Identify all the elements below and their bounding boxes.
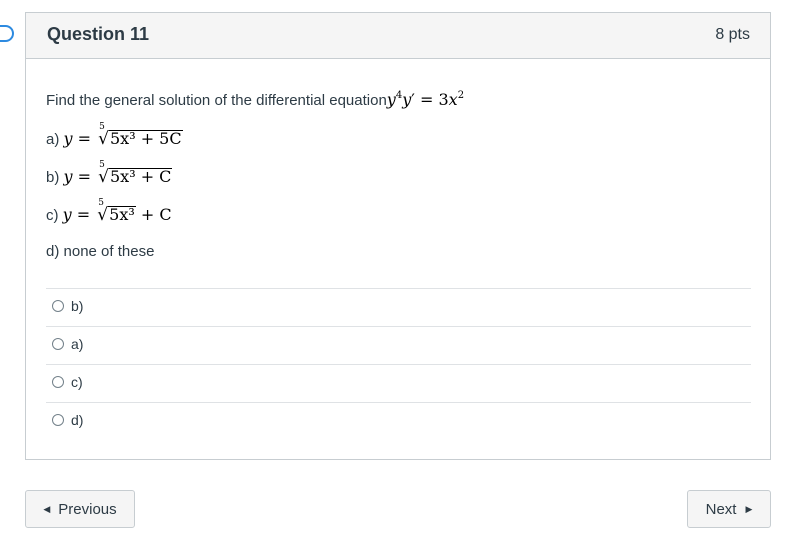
radio-button[interactable] — [52, 300, 64, 312]
next-button[interactable]: Next ▶ — [687, 490, 771, 528]
previous-label: Previous — [58, 500, 117, 518]
option-b-formula: y = 5 √5x³ + C — [63, 160, 173, 187]
question-points: 8 pts — [715, 26, 750, 43]
option-d-text: none of these — [63, 243, 155, 260]
option-d: d) none of these — [46, 243, 154, 260]
answer-choice[interactable]: a) — [46, 326, 751, 364]
option-d-label: d) — [46, 243, 60, 260]
answer-label: c) — [71, 374, 83, 390]
flag-question-icon[interactable] — [0, 25, 14, 42]
answer-choice[interactable]: d) — [46, 402, 751, 440]
option-c-formula: y = 5 √5x³ + C — [62, 198, 172, 225]
caret-right-icon: ▶ — [745, 503, 753, 514]
answer-list: b) a) c) d) — [46, 288, 751, 440]
radio-button[interactable] — [52, 376, 64, 388]
question-card: Question 11 8 pts Find the general solut… — [25, 12, 771, 460]
option-b: b) y = 5 √5x³ + C — [46, 160, 173, 187]
previous-button[interactable]: ◀ Previous — [25, 490, 135, 528]
option-b-label: b) — [46, 169, 60, 186]
option-c: c) y = 5 √5x³ + C — [46, 198, 172, 225]
question-header: Question 11 8 pts — [26, 13, 770, 59]
equation: y4y′ = 3x2 — [386, 89, 465, 109]
caret-left-icon: ◀ — [43, 503, 51, 514]
radio-button[interactable] — [52, 338, 64, 350]
question-prompt: Find the general solution of the differe… — [46, 90, 464, 109]
next-label: Next — [705, 500, 737, 518]
answer-choice[interactable]: b) — [46, 288, 751, 326]
answer-label: b) — [71, 298, 84, 314]
option-a-formula: y = 5 √5x³ + 5C — [63, 122, 183, 149]
question-title: Question 11 — [47, 24, 150, 44]
answer-label: a) — [71, 336, 84, 352]
answer-label: d) — [71, 412, 84, 428]
option-a-label: a) — [46, 131, 60, 148]
option-a: a) y = 5 √5x³ + 5C — [46, 122, 183, 149]
option-c-label: c) — [46, 207, 59, 224]
answer-choice[interactable]: c) — [46, 364, 751, 402]
prompt-text: Find the general solution of the differe… — [46, 92, 387, 109]
radio-button[interactable] — [52, 414, 64, 426]
